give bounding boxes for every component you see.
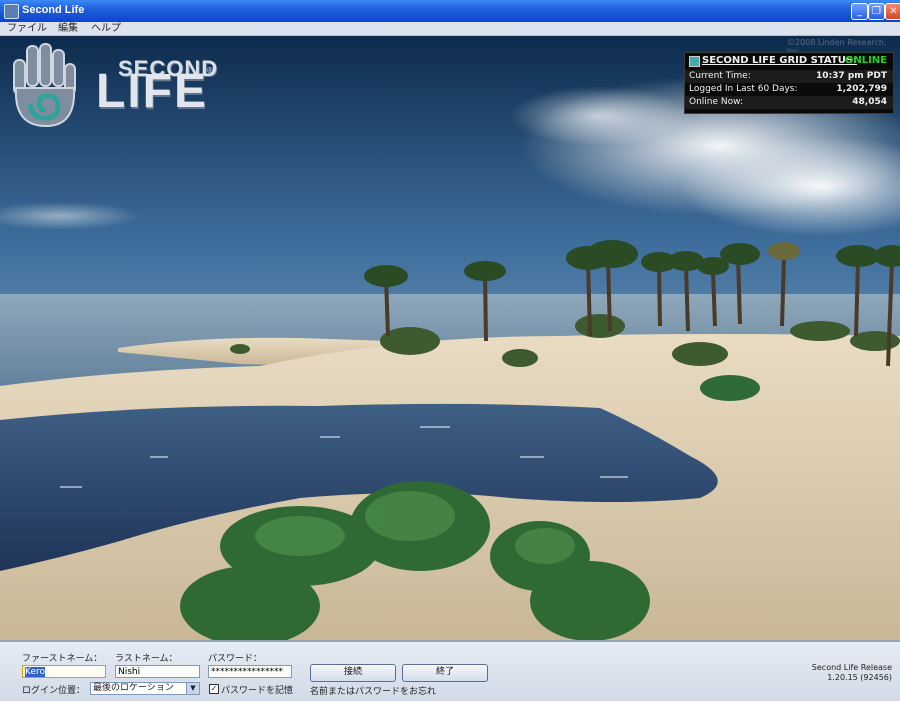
login-location-value: 最後のロケーション bbox=[93, 683, 174, 693]
logo-life-text: LIFE bbox=[96, 65, 208, 118]
menu-item-help[interactable]: ヘルプ bbox=[91, 22, 121, 35]
grid-status-state: ONLINE bbox=[844, 55, 887, 66]
second-life-logo: SECOND LIFE ® bbox=[10, 42, 230, 132]
login-location-select[interactable]: 最後のロケーション ▼ bbox=[90, 682, 200, 695]
chevron-down-icon[interactable]: ▼ bbox=[186, 683, 199, 694]
first-name-field[interactable]: Kero bbox=[22, 665, 106, 678]
grid-status-panel: SECOND LIFE GRID STATUS: ONLINE Current … bbox=[684, 52, 894, 114]
menu-item-file[interactable]: ファイル bbox=[7, 22, 47, 35]
connect-button[interactable]: 接続 bbox=[310, 664, 396, 682]
first-name-value: Kero bbox=[25, 667, 45, 677]
menu-item-edit[interactable]: 編集 bbox=[58, 22, 78, 35]
logo-registered-mark: ® bbox=[206, 66, 214, 75]
logged-in-label: Logged In Last 60 Days: bbox=[689, 84, 798, 94]
last-name-label: ラストネーム： bbox=[115, 654, 178, 664]
title-bar: Second Life _ ❐ ✕ bbox=[0, 0, 900, 22]
first-name-label: ファーストネーム： bbox=[22, 654, 103, 664]
hand-icon bbox=[13, 43, 76, 128]
grid-status-title[interactable]: SECOND LIFE GRID STATUS: bbox=[702, 55, 857, 66]
menu-bar: ファイル 編集 ヘルプ bbox=[0, 22, 900, 36]
minimize-button[interactable]: _ bbox=[851, 3, 868, 20]
current-time-label: Current Time: bbox=[689, 71, 751, 81]
login-location-label: ログイン位置： bbox=[22, 686, 86, 696]
release-name: Second Life Release bbox=[811, 663, 892, 672]
logged-in-value: 1,202,799 bbox=[836, 84, 887, 94]
online-now-value: 48,054 bbox=[852, 97, 887, 107]
grid-status-row: Current Time: 10:37 pm PDT bbox=[685, 70, 893, 83]
release-version: 1.20.15 (92456) bbox=[827, 673, 892, 682]
grid-status-icon bbox=[689, 56, 700, 67]
login-panel: ファーストネーム： ラストネーム： パスワード： Kero Nishi ****… bbox=[0, 640, 900, 701]
forgot-password-link[interactable]: 名前またはパスワードをお忘れ bbox=[310, 684, 436, 697]
maximize-button[interactable]: ❐ bbox=[868, 3, 885, 20]
window-title: Second Life bbox=[22, 4, 85, 16]
quit-button[interactable]: 終了 bbox=[402, 664, 488, 682]
last-name-field[interactable]: Nishi bbox=[115, 665, 200, 678]
grid-status-header: SECOND LIFE GRID STATUS: ONLINE bbox=[685, 55, 893, 68]
password-field[interactable]: **************** bbox=[208, 665, 292, 678]
app-icon bbox=[4, 4, 19, 19]
grid-status-row: Online Now: 48,054 bbox=[685, 96, 893, 109]
online-now-label: Online Now: bbox=[689, 97, 744, 107]
current-time-value: 10:37 pm PDT bbox=[816, 71, 887, 81]
remember-password-checkbox[interactable]: ✓ bbox=[209, 684, 219, 694]
grid-status-row: Logged In Last 60 Days: 1,202,799 bbox=[685, 83, 893, 96]
password-label: パスワード： bbox=[208, 654, 263, 664]
close-button[interactable]: ✕ bbox=[885, 3, 900, 20]
remember-password-label: パスワードを記憶 bbox=[221, 686, 294, 696]
